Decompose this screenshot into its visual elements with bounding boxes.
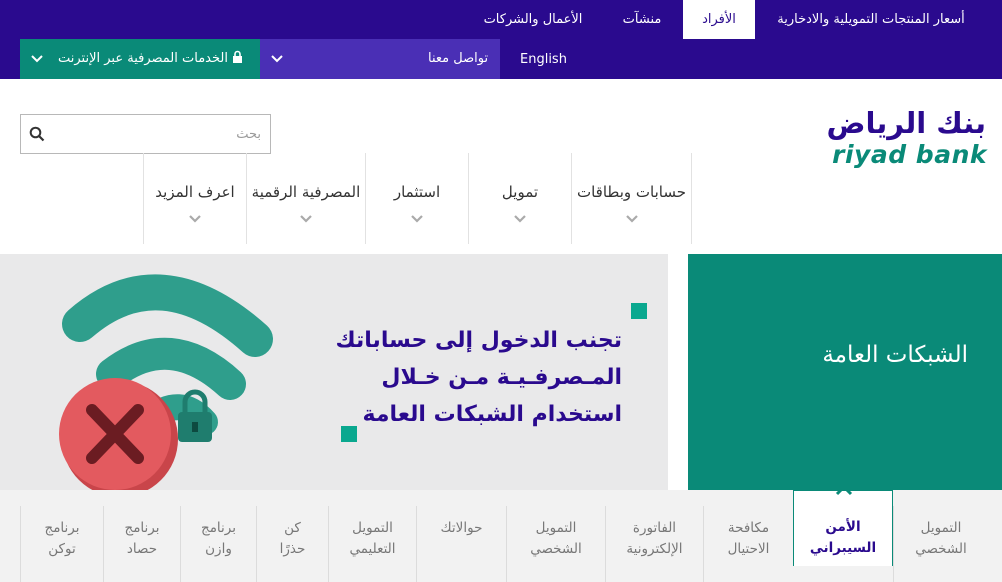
nav-label: حسابات وبطاقات: [576, 183, 686, 201]
riyad-bank-logo[interactable]: بنك الرياض riyad bank: [810, 106, 990, 169]
nav-label: اعرف المزيد: [155, 183, 235, 201]
decor-square: [631, 303, 647, 319]
search-box[interactable]: [20, 114, 271, 154]
chevron-down-icon: [410, 209, 424, 228]
bottom-tab-personal-finance-2[interactable]: التمويل الشخصي: [506, 506, 605, 582]
bottom-tab-cyber-security[interactable]: الأمن السيبراني: [793, 484, 893, 566]
bottom-tab-token-program[interactable]: برنامج توكن: [20, 506, 103, 582]
online-banking-label: الخدمات المصرفية عبر الإنترنت: [58, 51, 228, 66]
bottom-tab-be-careful[interactable]: كن حذرًا: [256, 506, 328, 582]
bottom-tab-personal-finance[interactable]: التمويل الشخصي: [893, 506, 988, 582]
contact-label: تواصل معنا: [428, 51, 489, 66]
chevron-down-icon: [270, 52, 284, 70]
bottom-tab-anti-fraud[interactable]: مكافحة الاحتيال: [703, 506, 793, 582]
tab-business-corporate[interactable]: الأعمال والشركات: [474, 0, 592, 39]
bottom-tab-education-finance[interactable]: التمويل التعليمي: [328, 506, 416, 582]
nav-label: المصرفية الرقمية: [251, 183, 361, 201]
bottom-tab-e-invoice[interactable]: الفاتورة الإلكترونية: [605, 506, 703, 582]
nav-accounts-cards[interactable]: حسابات وبطاقات: [571, 153, 692, 244]
nav-investment[interactable]: استثمار: [365, 153, 468, 244]
hero-headline: تجنب الدخول إلى حساباتك المـصرفـيـة مـن …: [330, 322, 622, 433]
chevron-down-icon: [188, 209, 202, 228]
online-banking-dropdown[interactable]: الخدمات المصرفية عبر الإنترنت: [20, 39, 260, 79]
hero-side-panel: الشبكات العامة: [688, 254, 1002, 490]
nav-digital-banking[interactable]: المصرفية الرقمية: [246, 153, 365, 244]
tab-product-rates[interactable]: أسعار المنتجات التمويلية والادخارية: [756, 0, 986, 39]
search-input[interactable]: [61, 123, 261, 145]
contact-dropdown[interactable]: تواصل معنا: [260, 39, 500, 79]
bottom-tab-hasad-program[interactable]: برنامج حصاد: [103, 506, 180, 582]
nav-label: تمويل: [501, 183, 539, 201]
chevron-down-icon: [625, 209, 639, 228]
chevron-down-icon: [513, 209, 527, 228]
logo-arabic-text: بنك الرياض: [826, 106, 987, 140]
bottom-tab-wazen-program[interactable]: برنامج وازن: [180, 506, 256, 582]
lock-icon: [232, 50, 243, 68]
wifi-warning-illustration: [59, 274, 273, 490]
panel-title: الشبكات العامة: [822, 342, 968, 368]
logo-english-text: riyad bank: [832, 140, 987, 169]
nav-label: استثمار: [393, 183, 441, 201]
tab-individuals[interactable]: الأفراد: [683, 0, 755, 39]
chevron-down-icon: [30, 52, 44, 70]
bottom-tab-transfers[interactable]: حوالاتك: [416, 506, 506, 582]
tab-enterprises[interactable]: منشآت: [610, 0, 674, 39]
hero-line-2: المـصرفـيـة مـن خـلال: [381, 365, 622, 390]
hero-banner[interactable]: تجنب الدخول إلى حساباتك المـصرفـيـة مـن …: [0, 254, 668, 490]
nav-financing[interactable]: تمويل: [468, 153, 571, 244]
hero-line-1: تجنب الدخول إلى حساباتك: [335, 328, 622, 353]
search-icon[interactable]: [29, 126, 45, 146]
english-language-link[interactable]: English: [520, 39, 580, 79]
chevron-up-icon: [834, 483, 854, 504]
hero-line-3: استخدام الشبكات العامة: [362, 402, 622, 427]
chevron-down-icon: [299, 209, 313, 228]
nav-learn-more[interactable]: اعرف المزيد: [143, 153, 246, 244]
